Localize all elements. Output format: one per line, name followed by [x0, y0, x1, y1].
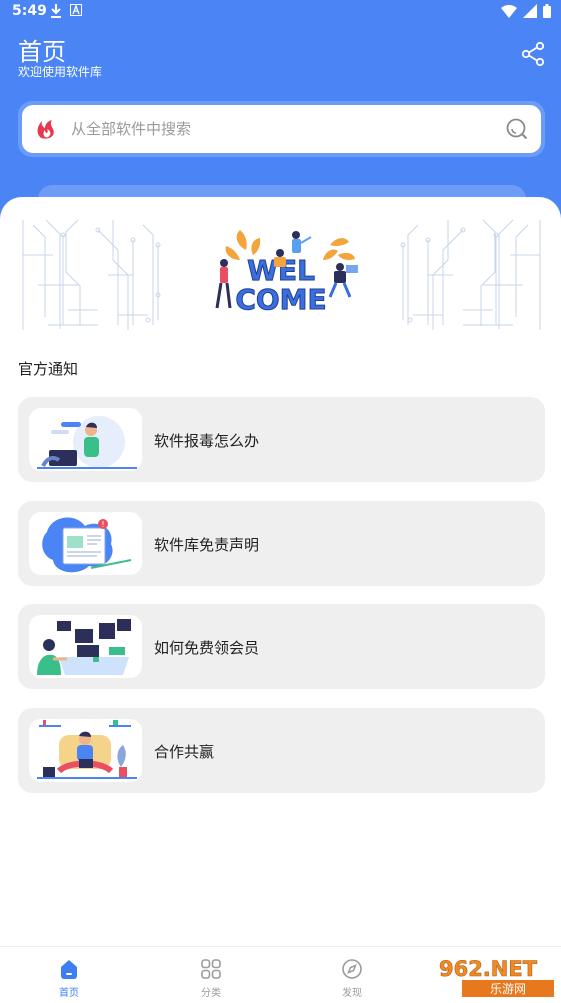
notice-card-label: 软件库免责声明	[154, 536, 260, 554]
notice-thumbnail: !	[29, 512, 142, 575]
notice-card-label: 合作共赢	[154, 743, 215, 761]
status-bar: 5:49	[0, 0, 561, 26]
app-logo-icon	[37, 120, 54, 139]
notice-thumbnail	[29, 615, 142, 678]
search-bar	[18, 101, 545, 157]
download-icon	[51, 4, 61, 18]
watermark-logo: 962.NET 乐游网	[422, 955, 554, 998]
circuit-pattern-right	[400, 219, 541, 330]
share-icon	[521, 41, 545, 67]
notice-thumbnail	[29, 408, 142, 471]
signal-icon	[523, 4, 537, 18]
notice-card-label: 软件报毒怎么办	[154, 432, 260, 450]
search-icon[interactable]	[505, 117, 529, 141]
share-button[interactable]	[520, 41, 546, 67]
disclaimer-illustration: !	[42, 517, 132, 573]
welcome-banner[interactable]: WEL COME	[18, 215, 545, 338]
status-time: 5:49	[12, 3, 47, 19]
free-vip-illustration	[37, 619, 131, 675]
home-icon	[61, 960, 77, 979]
watermark-text-top: 962.NET	[439, 957, 538, 981]
search-box[interactable]	[22, 105, 541, 153]
watermark-text-bottom: 乐游网	[490, 982, 526, 996]
notice-thumbnail	[29, 719, 142, 782]
font-icon	[70, 4, 82, 16]
page-title: 首页	[18, 38, 66, 66]
notice-card[interactable]: 如何免费领会员	[18, 604, 545, 689]
cooperation-illustration	[37, 720, 137, 779]
notice-card[interactable]: 合作共赢	[18, 708, 545, 793]
tab-home-label: 首页	[59, 988, 79, 999]
notice-card[interactable]: ! 软件库免责声明	[18, 501, 545, 586]
virus-help-illustration	[37, 416, 137, 469]
banner-text-come: COME	[235, 283, 326, 316]
notice-card[interactable]: 软件报毒怎么办	[18, 397, 545, 482]
search-input[interactable]	[71, 115, 491, 143]
circuit-pattern-left	[22, 219, 161, 330]
notice-card-label: 如何免费领会员	[154, 639, 260, 657]
compass-icon	[342, 959, 362, 979]
wifi-icon	[501, 4, 517, 18]
tab-category[interactable]: 分类	[166, 947, 256, 1003]
tab-category-label: 分类	[201, 988, 221, 999]
category-icon	[201, 959, 221, 979]
svg-text:!: !	[101, 520, 104, 529]
tab-home[interactable]: 首页	[24, 947, 114, 1003]
tab-discover-label: 发现	[342, 988, 362, 999]
battery-icon	[543, 4, 551, 18]
page-subtitle: 欢迎使用软件库	[18, 65, 103, 79]
notice-section-title: 官方通知	[18, 360, 79, 378]
tab-discover[interactable]: 发现	[307, 947, 397, 1003]
